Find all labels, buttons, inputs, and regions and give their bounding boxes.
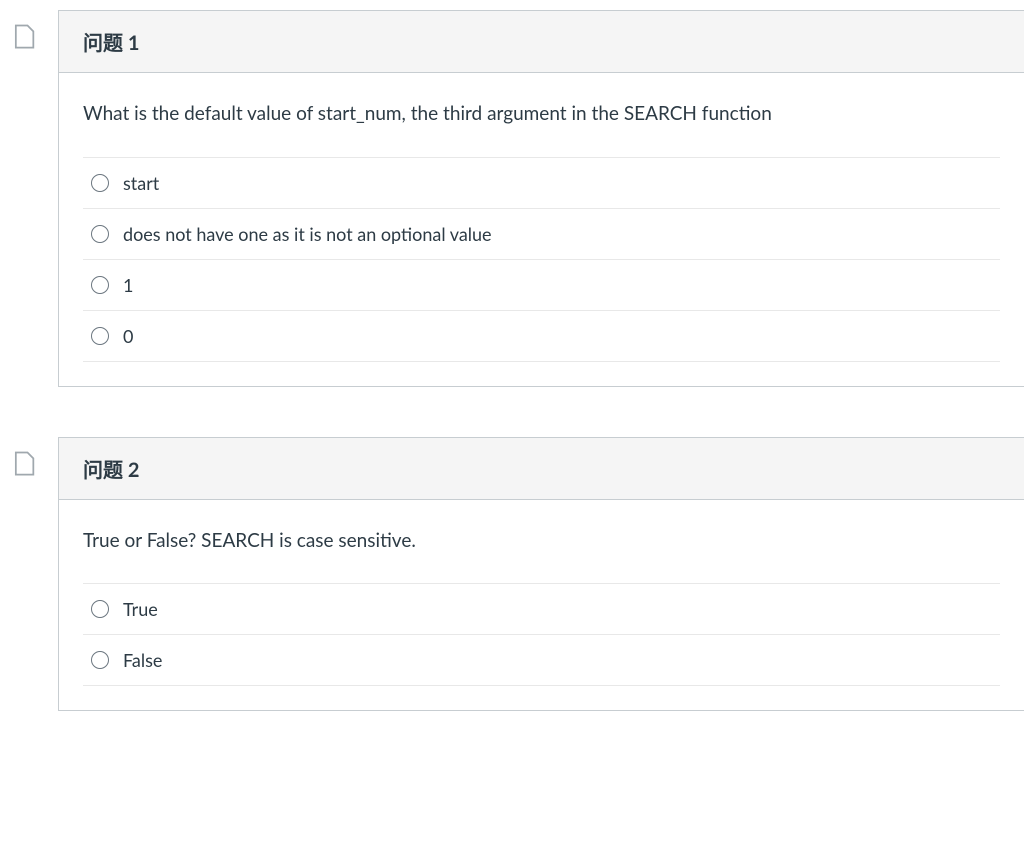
question-title: 问题 1 — [83, 27, 1000, 56]
radio-icon — [91, 600, 109, 618]
option-row[interactable]: start — [83, 157, 1000, 209]
option-row[interactable]: False — [83, 634, 1000, 686]
question-header: 问题 1 — [59, 11, 1024, 73]
question-header: 问题 2 — [59, 438, 1024, 500]
question-block-1: 问题 1 What is the default value of start_… — [10, 10, 1024, 387]
option-label: 1 — [123, 274, 133, 296]
option-label: does not have one as it is not an option… — [123, 223, 492, 245]
radio-icon — [91, 651, 109, 669]
option-row[interactable]: 1 — [83, 259, 1000, 311]
question-prompt: What is the default value of start_num, … — [83, 101, 1000, 128]
bookmark-icon[interactable] — [10, 22, 40, 52]
question-block-2: 问题 2 True or False? SEARCH is case sensi… — [10, 437, 1024, 712]
option-label: start — [123, 172, 159, 194]
option-label: 0 — [123, 325, 133, 347]
radio-icon — [91, 225, 109, 243]
radio-icon — [91, 174, 109, 192]
option-row[interactable]: 0 — [83, 310, 1000, 362]
option-row[interactable]: does not have one as it is not an option… — [83, 208, 1000, 260]
question-card: 问题 2 True or False? SEARCH is case sensi… — [58, 437, 1024, 712]
option-label: True — [123, 598, 158, 620]
question-body: True or False? SEARCH is case sensitive.… — [59, 500, 1024, 711]
question-body: What is the default value of start_num, … — [59, 73, 1024, 386]
bookmark-icon[interactable] — [10, 449, 40, 479]
option-label: False — [123, 649, 162, 671]
radio-icon — [91, 276, 109, 294]
radio-icon — [91, 327, 109, 345]
question-title: 问题 2 — [83, 454, 1000, 483]
question-prompt: True or False? SEARCH is case sensitive. — [83, 528, 1000, 555]
question-card: 问题 1 What is the default value of start_… — [58, 10, 1024, 387]
option-row[interactable]: True — [83, 583, 1000, 635]
